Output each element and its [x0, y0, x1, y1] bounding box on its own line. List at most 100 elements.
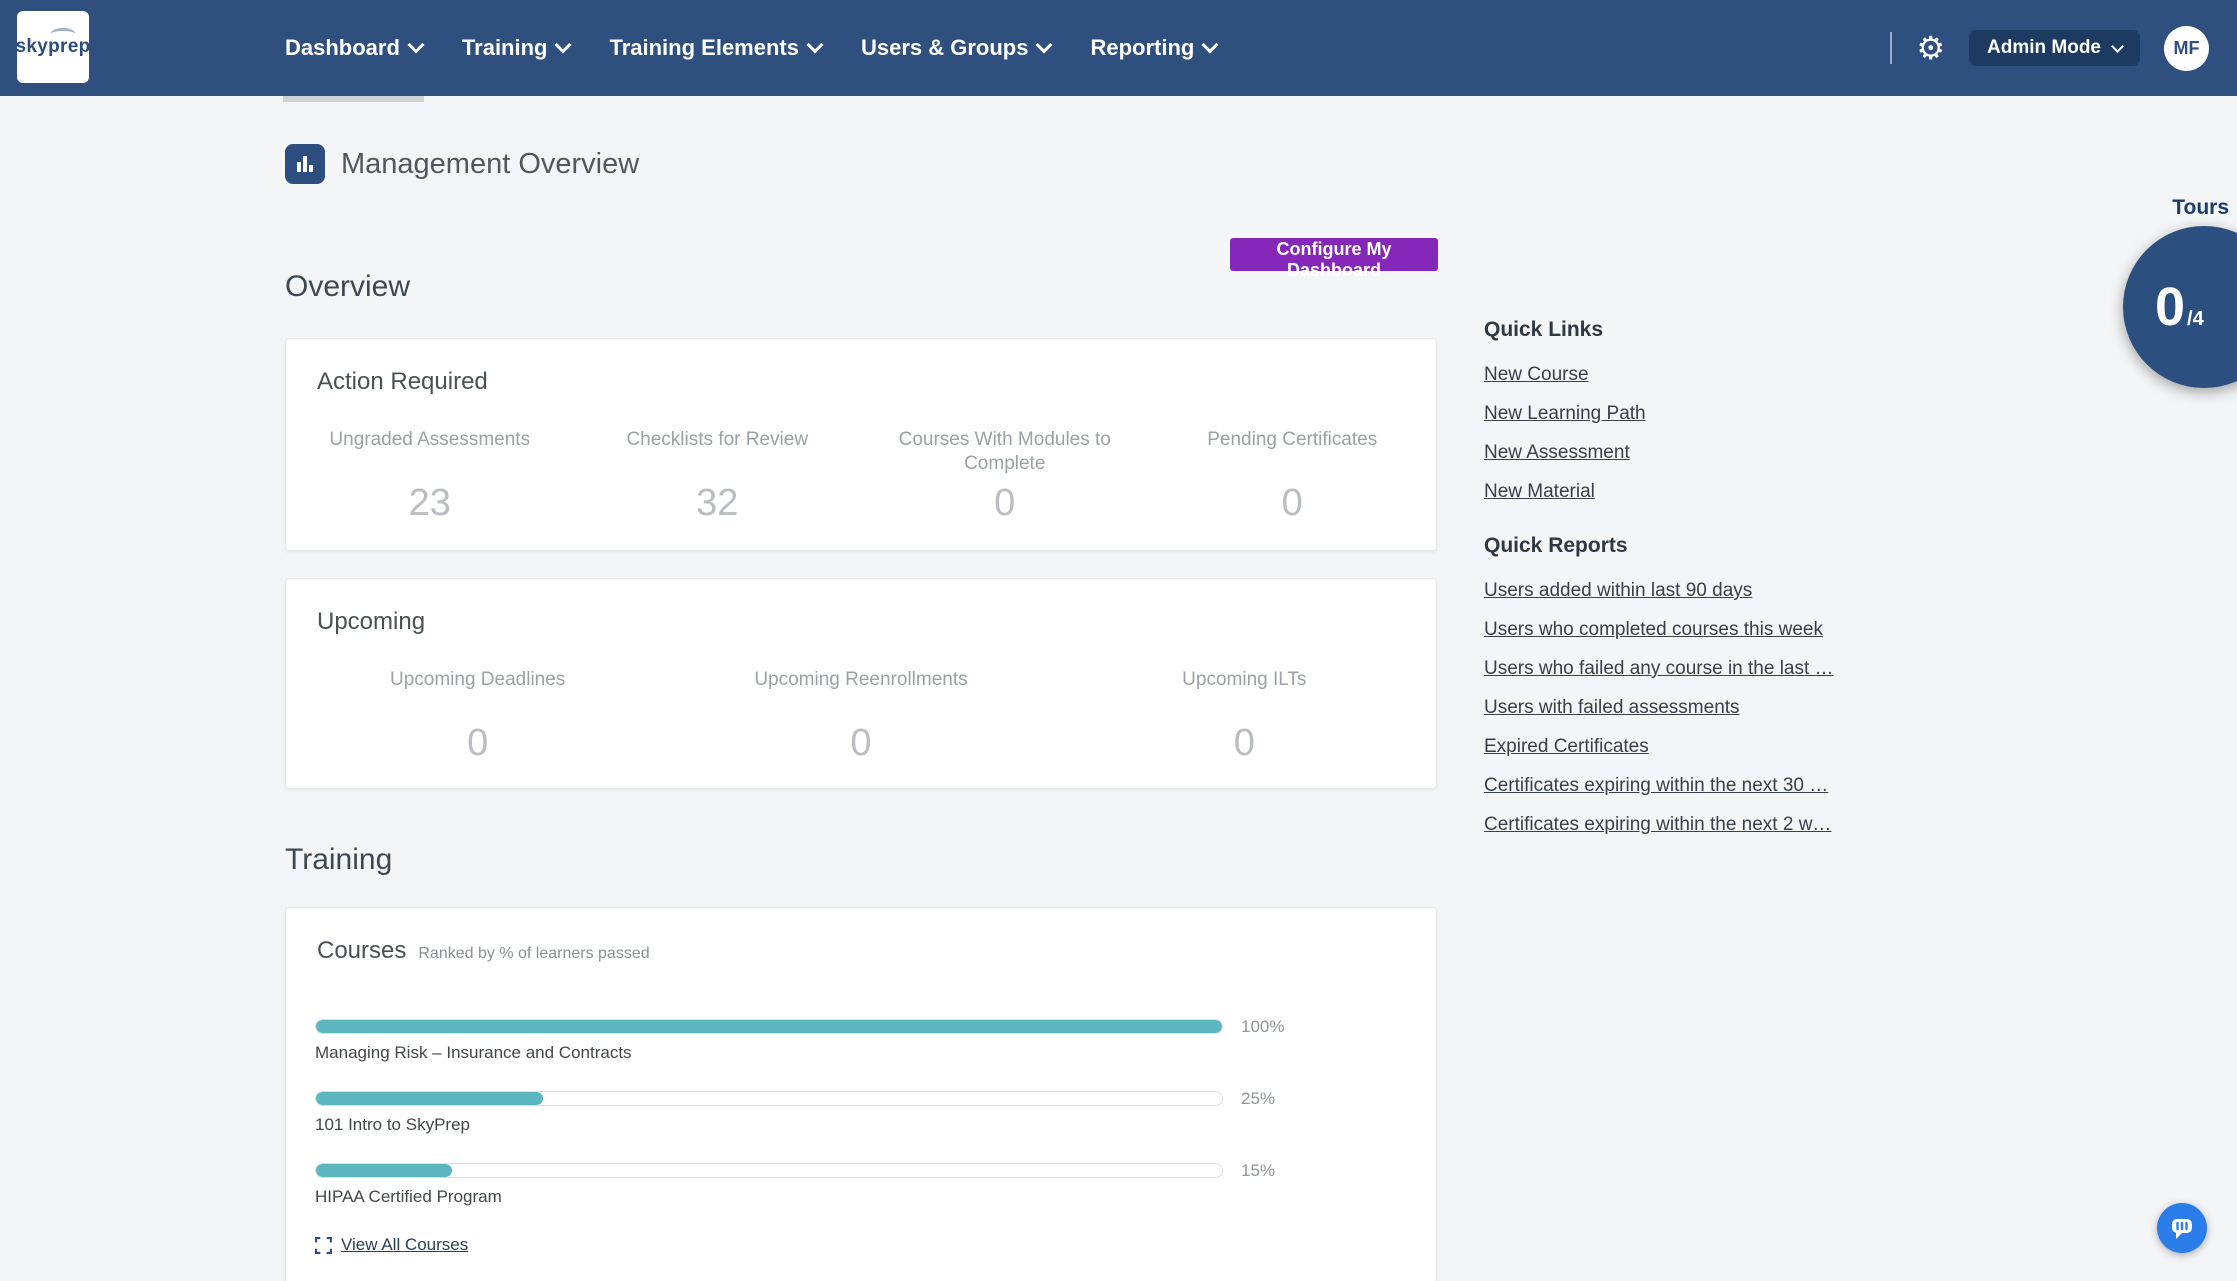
upcoming-card: Upcoming Upcoming Deadlines 0 Upcoming R…: [285, 578, 1437, 789]
chat-bubble-icon: [2169, 1215, 2195, 1241]
courses-subtitle: Ranked by % of learners passed: [418, 945, 649, 963]
tours-count: 0: [2155, 276, 2185, 338]
course-name: Managing Risk – Insurance and Contracts: [315, 1043, 1223, 1063]
quick-link-new-learning-path[interactable]: New Learning Path: [1484, 402, 1854, 426]
courses-bar-chart: 100% Managing Risk – Insurance and Contr…: [315, 1019, 1436, 1207]
stat-label: Ungraded Assessments: [305, 428, 555, 478]
gear-icon[interactable]: ⚙: [1916, 32, 1945, 64]
nav-reporting[interactable]: Reporting: [1090, 0, 1216, 96]
bar-track: [315, 1091, 1223, 1106]
quick-report-certs-expiring-30[interactable]: Certificates expiring within the next 30…: [1484, 774, 1854, 798]
admin-mode-button[interactable]: Admin Mode: [1969, 30, 2140, 66]
quick-report-users-failed-any-course[interactable]: Users who failed any course in the last …: [1484, 657, 1854, 681]
navbar-right: ⚙ Admin Mode MF: [1890, 0, 2209, 96]
stat-ungraded-assessments: Ungraded Assessments 23: [286, 428, 574, 525]
nav-training-label: Training: [462, 35, 548, 61]
overview-heading: Overview: [285, 270, 410, 304]
chevron-down-icon: [555, 37, 572, 54]
chevron-down-icon: [1202, 37, 1219, 54]
stat-value: 0: [286, 722, 669, 765]
tours-total: /4: [2187, 308, 2204, 331]
bar-percent: 15%: [1241, 1161, 1275, 1181]
course-bar-row: 15% HIPAA Certified Program: [315, 1163, 1223, 1207]
bar-percent: 100%: [1241, 1017, 1284, 1037]
stat-value: 23: [286, 482, 574, 525]
action-required-stats: Ungraded Assessments 23 Checklists for R…: [286, 428, 1436, 525]
view-all-courses-label: View All Courses: [341, 1235, 468, 1255]
tours-label: Tours: [2172, 196, 2229, 220]
tours-widget[interactable]: 0 /4: [2123, 226, 2237, 388]
quick-link-new-material[interactable]: New Material: [1484, 480, 1854, 504]
nav-training-elements-label: Training Elements: [609, 35, 799, 61]
bar-percent: 25%: [1241, 1089, 1275, 1109]
stat-label: Upcoming Deadlines: [353, 668, 603, 718]
right-rail: Quick Links New Course New Learning Path…: [1484, 318, 1854, 852]
quick-links-heading: Quick Links: [1484, 318, 1854, 342]
expand-icon: [315, 1237, 332, 1254]
stat-value: 0: [1149, 482, 1437, 525]
stat-checklists-for-review: Checklists for Review 32: [574, 428, 862, 525]
nav-dashboard[interactable]: Dashboard: [285, 0, 422, 96]
quick-link-new-assessment[interactable]: New Assessment: [1484, 441, 1854, 465]
courses-card: Courses Ranked by % of learners passed 1…: [285, 907, 1437, 1281]
bar-fill: [316, 1092, 543, 1105]
bar-chart-icon: [285, 144, 325, 184]
stat-label: Upcoming ILTs: [1119, 668, 1369, 718]
stat-label: Checklists for Review: [592, 428, 842, 478]
top-navbar: skyprep Dashboard Training Training Elem…: [0, 0, 2237, 96]
quick-report-expired-certificates[interactable]: Expired Certificates: [1484, 735, 1854, 759]
nav-training-elements[interactable]: Training Elements: [609, 0, 821, 96]
page-title: Management Overview: [341, 148, 639, 181]
nav-users-groups[interactable]: Users & Groups: [861, 0, 1051, 96]
stat-label: Pending Certificates: [1167, 428, 1417, 478]
stat-upcoming-ilts: Upcoming ILTs 0: [1053, 668, 1436, 765]
course-name: 101 Intro to SkyPrep: [315, 1115, 1223, 1135]
course-bar-row: 25% 101 Intro to SkyPrep: [315, 1091, 1223, 1135]
main-nav: Dashboard Training Training Elements Use…: [285, 0, 1216, 96]
nav-users-groups-label: Users & Groups: [861, 35, 1029, 61]
quick-reports-heading: Quick Reports: [1484, 534, 1854, 558]
avatar[interactable]: MF: [2164, 26, 2209, 71]
bar-track: [315, 1163, 1223, 1178]
page-title-row: Management Overview: [285, 144, 639, 184]
quick-report-users-failed-assessments[interactable]: Users with failed assessments: [1484, 696, 1854, 720]
view-all-courses-link[interactable]: View All Courses: [315, 1235, 468, 1255]
chevron-down-icon: [2111, 40, 2124, 53]
course-name: HIPAA Certified Program: [315, 1187, 1223, 1207]
training-heading: Training: [285, 843, 392, 877]
bar-fill: [316, 1020, 1222, 1033]
quick-report-users-completed-this-week[interactable]: Users who completed courses this week: [1484, 618, 1854, 642]
tours-progress: 0 /4: [2155, 276, 2204, 338]
configure-dashboard-button[interactable]: Configure My Dashboard: [1230, 238, 1438, 271]
upcoming-title: Upcoming: [317, 608, 1436, 636]
nav-training[interactable]: Training: [462, 0, 570, 96]
course-bar-row: 100% Managing Risk – Insurance and Contr…: [315, 1019, 1223, 1063]
nav-reporting-label: Reporting: [1090, 35, 1194, 61]
stat-label: Courses With Modules to Complete: [880, 428, 1130, 478]
stat-pending-certificates: Pending Certificates 0: [1149, 428, 1437, 525]
quick-report-users-added-90-days[interactable]: Users added within last 90 days: [1484, 579, 1854, 603]
skyprep-dashboard: skyprep Dashboard Training Training Elem…: [0, 0, 2237, 1281]
courses-title-row: Courses Ranked by % of learners passed: [317, 937, 1436, 965]
chevron-down-icon: [806, 37, 823, 54]
chat-button[interactable]: [2157, 1203, 2207, 1253]
quick-link-new-course[interactable]: New Course: [1484, 363, 1854, 387]
stat-upcoming-reenrollments: Upcoming Reenrollments 0: [669, 668, 1052, 765]
quick-report-certs-expiring-2-weeks[interactable]: Certificates expiring within the next 2 …: [1484, 813, 1854, 837]
chevron-down-icon: [1036, 37, 1053, 54]
stat-value: 0: [669, 722, 1052, 765]
skyprep-logo[interactable]: skyprep: [17, 11, 89, 83]
stat-value: 32: [574, 482, 862, 525]
stat-label: Upcoming Reenrollments: [736, 668, 986, 718]
nav-dashboard-label: Dashboard: [285, 35, 400, 61]
admin-mode-label: Admin Mode: [1987, 37, 2101, 59]
action-required-title: Action Required: [317, 368, 1436, 396]
stat-courses-modules-to-complete: Courses With Modules to Complete 0: [861, 428, 1149, 525]
upcoming-stats: Upcoming Deadlines 0 Upcoming Reenrollme…: [286, 668, 1436, 765]
action-required-card: Action Required Ungraded Assessments 23 …: [285, 338, 1437, 551]
bar-fill: [316, 1164, 452, 1177]
courses-title: Courses: [317, 937, 406, 965]
navbar-divider: [1890, 32, 1892, 64]
stat-value: 0: [1053, 722, 1436, 765]
stat-upcoming-deadlines: Upcoming Deadlines 0: [286, 668, 669, 765]
